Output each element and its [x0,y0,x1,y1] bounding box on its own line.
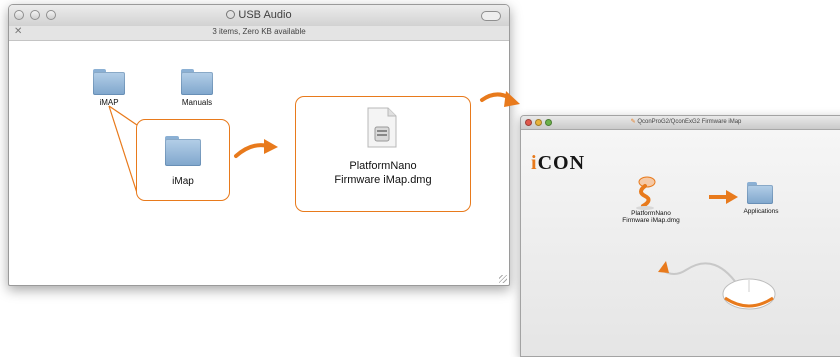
installer-title-text: QconProG2/QconExG2 Firmware iMap [637,119,742,125]
icon-logo: iCON [531,152,586,174]
dmg-callout: PlatformNano Firmware iMap.dmg [295,96,471,212]
dmg-label: PlatformNano Firmware iMap.dmg [296,159,470,187]
applications-folder-icon[interactable] [747,182,773,204]
zoom-callout: iMap [136,119,230,201]
arrow-icon [480,91,520,107]
package-label-line1: PlatformNano [631,210,671,217]
dmg-label-line2: Firmware iMap.dmg [334,174,432,186]
zoom-folder-label: iMap [172,176,194,187]
dmg-label-line1: PlatformNano [349,160,417,172]
arrow-icon [234,139,278,158]
disk-image-icon[interactable] [365,107,399,149]
folder-icon[interactable] [165,136,201,166]
installer-title: ✎ QconProG2/QconExG2 Firmware iMap [521,118,840,125]
package-icon: ✎ [630,119,636,125]
resize-handle[interactable] [499,275,507,283]
arrow-right-icon [709,190,738,204]
package-label-line2: Firmware iMap.dmg [622,217,680,224]
installer-titlebar: ✎ QconProG2/QconExG2 Firmware iMap [521,116,840,130]
firmware-package-icon[interactable] [631,172,661,212]
applications-label: Applications [743,208,779,215]
installer-window: ✎ QconProG2/QconExG2 Firmware iMap iCON … [520,115,840,357]
mouse-icon [722,278,776,310]
installer-content: iCON PlatformNano Firmware iMap.dmg Appl… [521,130,840,356]
package-label: PlatformNano Firmware iMap.dmg [611,210,691,224]
